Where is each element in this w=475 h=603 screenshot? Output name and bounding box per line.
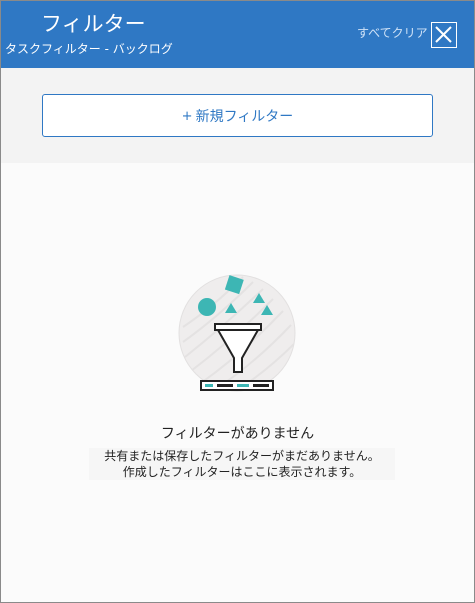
empty-state-line-1: 共有または保存したフィルターがまだありません。 <box>104 449 380 463</box>
toolbar-area: + 新規フィルター <box>1 68 474 163</box>
empty-state: フィルターがありません 共有または保存したフィルターがまだありません。 作成した… <box>1 163 474 602</box>
clear-all-link[interactable]: すべてクリア <box>357 25 428 41</box>
close-icon <box>435 26 452 43</box>
panel-subtitle: タスクフィルター - バックログ <box>5 42 173 56</box>
close-button[interactable] <box>431 22 457 48</box>
empty-state-line-2: 作成したフィルターはここに表示されます。 <box>122 465 362 479</box>
panel-title: フィルター <box>41 12 146 36</box>
panel-header: フィルター タスクフィルター - バックログ すべてクリア <box>1 1 474 68</box>
funnel-icon <box>178 274 296 392</box>
empty-state-title: フィルターがありません <box>160 426 315 442</box>
empty-state-description: 共有または保存したフィルターがまだありません。 作成したフィルターはここに表示さ… <box>89 448 395 480</box>
new-filter-button[interactable]: + 新規フィルター <box>42 94 433 137</box>
plus-icon: + <box>181 109 193 124</box>
new-filter-label: 新規フィルター <box>195 108 294 125</box>
filter-panel: フィルター タスクフィルター - バックログ すべてクリア + 新規フィルター <box>0 0 475 603</box>
